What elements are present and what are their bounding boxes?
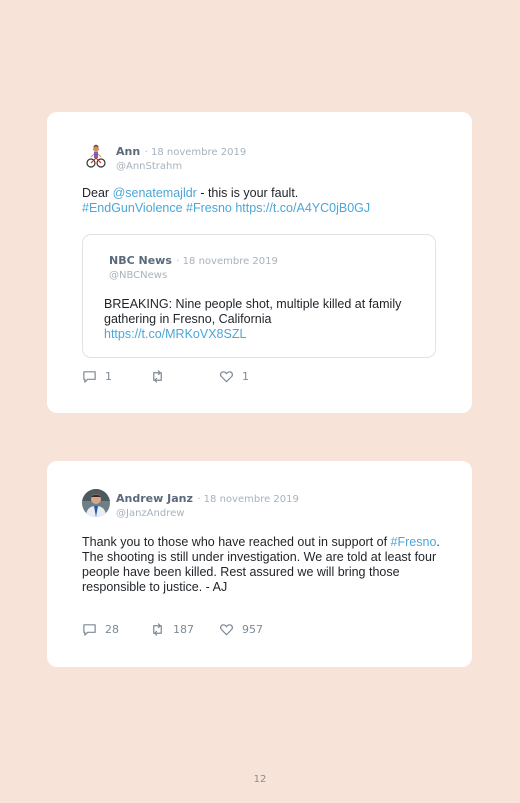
hashtag-link[interactable]: #Fresno (391, 535, 437, 549)
tweet-card-andrew-janz: Andrew Janz · 18 novembre 2019 @JanzAndr… (47, 461, 472, 667)
retweet-icon (153, 370, 162, 383)
text-segment: Dear (82, 186, 113, 200)
user-handle[interactable]: @JanzAndrew (116, 508, 299, 519)
tweet-text: Dear @senatemajldr - this is your fault.… (82, 186, 442, 216)
quoted-user-name[interactable]: NBC News (109, 254, 172, 267)
quoted-text-body: BREAKING: Nine people shot, multiple kil… (104, 297, 402, 326)
retweet-button[interactable] (150, 369, 173, 384)
reply-button[interactable]: 1 (82, 369, 112, 384)
retweet-icon (153, 623, 162, 636)
reply-count: 1 (105, 370, 112, 383)
reply-button[interactable]: 28 (82, 622, 119, 637)
like-button[interactable]: 1 (219, 369, 249, 384)
like-icon (220, 371, 233, 383)
avatar[interactable] (82, 142, 110, 170)
like-icon (220, 624, 233, 636)
quoted-tweet[interactable]: NBC News · 18 novembre 2019 @NBCNews BRE… (82, 234, 436, 358)
like-button[interactable]: 957 (219, 622, 263, 637)
tweet-url-link[interactable]: https://t.co/A4YC0jB0GJ (232, 201, 370, 215)
reply-icon (83, 624, 96, 636)
reply-icon (83, 371, 96, 383)
reply-count: 28 (105, 623, 119, 636)
like-count: 957 (242, 623, 263, 636)
text-segment: Thank you to those who have reached out … (82, 535, 391, 549)
quoted-tweet-text: BREAKING: Nine people shot, multiple kil… (104, 297, 415, 342)
tweet-card-ann: Ann · 18 novembre 2019 @AnnStrahm Dear @… (47, 112, 472, 413)
like-count: 1 (242, 370, 249, 383)
retweet-button[interactable]: 187 (150, 622, 194, 637)
user-name[interactable]: Ann (116, 145, 140, 158)
user-handle[interactable]: @AnnStrahm (116, 161, 246, 172)
quoted-tweet-date: · 18 novembre 2019 (176, 256, 278, 267)
tweet-date: · 18 novembre 2019 (197, 494, 299, 505)
mention-link[interactable]: @senatemajldr (113, 186, 197, 200)
hashtag-links[interactable]: #EndGunViolence #Fresno (82, 201, 232, 215)
page-number: 12 (253, 774, 267, 785)
retweet-count: 187 (173, 623, 194, 636)
avatar[interactable] (82, 489, 110, 517)
quoted-url-link[interactable]: https://t.co/MRKoVX8SZL (104, 327, 246, 341)
text-segment: - this is your fault. (196, 186, 299, 200)
tweet-text: Thank you to those who have reached out … (82, 535, 442, 595)
user-name[interactable]: Andrew Janz (116, 492, 193, 505)
tweet-date: · 18 novembre 2019 (144, 147, 247, 158)
quoted-user-handle[interactable]: @NBCNews (109, 270, 278, 281)
